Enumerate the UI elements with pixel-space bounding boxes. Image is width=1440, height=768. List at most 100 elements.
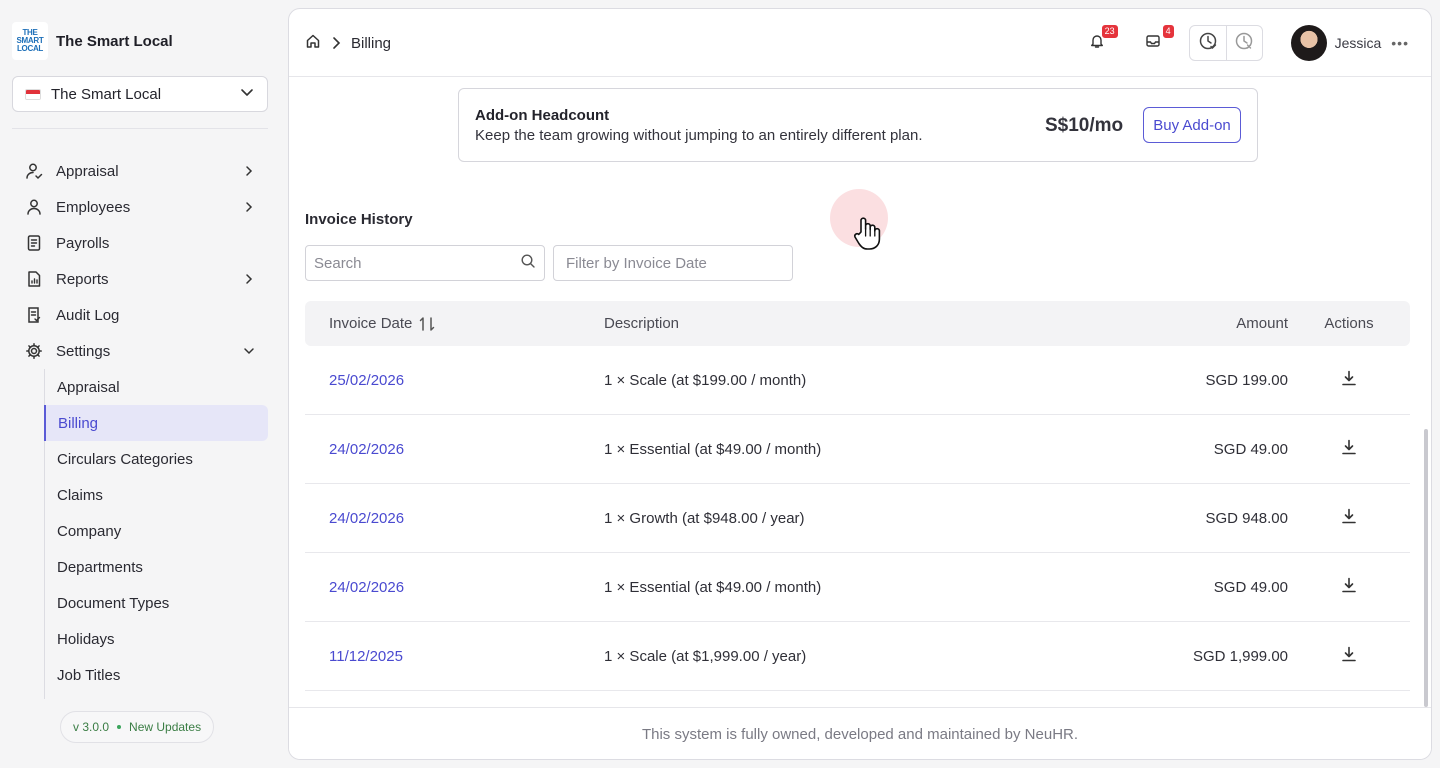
table-row: 24/02/2026 1 × Growth (at $948.00 / year… xyxy=(305,484,1410,553)
chevron-right-icon xyxy=(242,200,256,214)
sidebar-item-label: Audit Log xyxy=(56,306,120,324)
invoice-amount: SGD 948.00 xyxy=(1205,509,1288,527)
download-icon[interactable] xyxy=(1340,369,1358,391)
scrollbar[interactable] xyxy=(1424,429,1428,707)
subnav-item-billing[interactable]: Billing xyxy=(44,405,268,441)
table-header: Invoice Date Description Amount Actions xyxy=(305,301,1410,346)
version-label: v 3.0.0 xyxy=(73,720,110,734)
subnav-item-circulars-categories[interactable]: Circulars Categories xyxy=(45,441,268,477)
sidebar-item-reports[interactable]: Reports xyxy=(12,261,268,297)
invoice-date-link[interactable]: 24/02/2026 xyxy=(305,510,580,527)
sort-icon[interactable] xyxy=(418,315,436,333)
clock-in-icon xyxy=(1198,31,1218,56)
invoice-amount: SGD 1,999.00 xyxy=(1192,647,1288,665)
download-icon[interactable] xyxy=(1340,438,1358,460)
subnav-item-appraisal[interactable]: Appraisal xyxy=(45,369,268,405)
notifications-count-badge: 23 xyxy=(1100,24,1119,39)
search-input[interactable]: Search xyxy=(305,245,545,281)
download-icon[interactable] xyxy=(1340,507,1358,529)
more-options-icon[interactable]: ••• xyxy=(1391,35,1409,51)
chevron-right-icon xyxy=(329,36,343,50)
clock-out-button[interactable] xyxy=(1225,26,1262,60)
audit-icon xyxy=(24,305,44,325)
invoice-description: 1 × Scale (at $1,999.00 / year) xyxy=(604,647,807,665)
invoice-table: Invoice Date Description Amount Actions … xyxy=(305,301,1410,691)
table-row: 25/02/2026 1 × Scale (at $199.00 / month… xyxy=(305,346,1410,415)
status-dot xyxy=(117,725,122,729)
breadcrumb-current: Billing xyxy=(351,34,392,52)
footer: This system is fully owned, developed an… xyxy=(289,707,1431,759)
avatar[interactable] xyxy=(1290,25,1327,61)
sidebar-item-payrolls[interactable]: Payrolls xyxy=(12,225,268,261)
subnav-item-job-titles[interactable]: Job Titles xyxy=(45,657,268,693)
addon-card: Add-on Headcount Keep the team growing w… xyxy=(458,88,1258,162)
chevron-right-icon xyxy=(242,164,256,178)
subnav-item-holidays[interactable]: Holidays xyxy=(45,621,268,657)
invoice-amount: SGD 49.00 xyxy=(1213,440,1288,458)
clock-in-button[interactable] xyxy=(1190,26,1226,60)
footer-text: This system is fully owned, developed an… xyxy=(641,726,1079,743)
sidebar-item-audit-log[interactable]: Audit Log xyxy=(12,297,268,333)
logo-line: LOCAL xyxy=(16,44,44,53)
subnav-item-company[interactable]: Company xyxy=(45,513,268,549)
sidebar-item-appraisal[interactable]: Appraisal xyxy=(12,153,268,189)
brand[interactable]: THE SMART LOCAL The Smart Local xyxy=(12,22,173,60)
singapore-flag-icon xyxy=(25,88,41,100)
subnav-item-claims[interactable]: Claims xyxy=(45,477,268,513)
user-icon xyxy=(24,197,44,217)
sidebar-item-employees[interactable]: Employees xyxy=(12,189,268,225)
search-icon xyxy=(520,253,536,274)
topbar: Billing 23 4 Jessica ••• xyxy=(289,9,1431,77)
search-placeholder: Search xyxy=(314,254,362,272)
invoice-description: 1 × Growth (at $948.00 / year) xyxy=(604,509,805,527)
invoice-date-link[interactable]: 24/02/2026 xyxy=(305,579,580,596)
download-icon[interactable] xyxy=(1340,576,1358,598)
invoice-date-filter-input[interactable]: Filter by Invoice Date xyxy=(553,245,793,281)
brand-logo: THE SMART LOCAL xyxy=(12,22,48,60)
gear-icon xyxy=(24,341,44,361)
brand-name: The Smart Local xyxy=(56,32,173,50)
sidebar-item-settings[interactable]: Settings xyxy=(12,333,268,369)
breadcrumb: Billing xyxy=(305,33,391,53)
user-check-icon xyxy=(24,161,44,181)
column-description: Description xyxy=(604,315,680,332)
main-panel: Billing 23 4 Jessica ••• Add-on Headcoun… xyxy=(288,8,1432,760)
chevron-down-icon xyxy=(242,344,256,358)
notifications-button[interactable]: 23 xyxy=(1087,24,1119,53)
sidebar: THE SMART LOCAL The Smart Local The Smar… xyxy=(0,0,280,768)
sidebar-item-label: Payrolls xyxy=(56,234,110,252)
invoice-date-link[interactable]: 11/12/2025 xyxy=(305,648,580,665)
messages-button[interactable]: 4 xyxy=(1143,24,1175,54)
column-amount: Amount xyxy=(1236,315,1288,332)
column-actions: Actions xyxy=(1324,315,1374,332)
column-label: Invoice Date xyxy=(329,315,413,332)
chevron-down-icon xyxy=(239,84,255,105)
organization-select[interactable]: The Smart Local xyxy=(12,76,268,112)
subnav-item-document-types[interactable]: Document Types xyxy=(45,585,268,621)
invoice-description: 1 × Essential (at $49.00 / month) xyxy=(604,440,822,458)
buy-addon-button[interactable]: Buy Add-on xyxy=(1143,107,1241,143)
report-icon xyxy=(24,269,44,289)
user-name[interactable]: Jessica xyxy=(1335,35,1382,51)
inbox-icon xyxy=(1145,33,1161,54)
clock-out-icon xyxy=(1234,31,1254,56)
clock-button-group xyxy=(1188,25,1263,61)
version-badge[interactable]: v 3.0.0 New Updates xyxy=(60,711,215,743)
organization-select-value: The Smart Local xyxy=(51,85,162,103)
date-filter-placeholder: Filter by Invoice Date xyxy=(566,254,707,272)
sidebar-item-label: Reports xyxy=(56,270,109,288)
invoice-date-link[interactable]: 25/02/2026 xyxy=(305,372,580,389)
table-row: 11/12/2025 1 × Scale (at $1,999.00 / yea… xyxy=(305,622,1410,691)
sidebar-divider xyxy=(12,128,268,129)
settings-subnav: Appraisal Billing Circulars Categories C… xyxy=(44,369,268,699)
addon-price: S$10/mo xyxy=(1045,115,1124,136)
subnav-item-departments[interactable]: Departments xyxy=(45,549,268,585)
invoice-amount: SGD 199.00 xyxy=(1205,371,1288,389)
download-icon[interactable] xyxy=(1340,645,1358,667)
column-invoice-date[interactable]: Invoice Date xyxy=(305,315,580,333)
invoice-date-link[interactable]: 24/02/2026 xyxy=(305,441,580,458)
table-row: 24/02/2026 1 × Essential (at $49.00 / mo… xyxy=(305,415,1410,484)
home-icon[interactable] xyxy=(305,33,321,53)
invoice-history-title: Invoice History xyxy=(305,211,413,228)
chevron-right-icon xyxy=(242,272,256,286)
